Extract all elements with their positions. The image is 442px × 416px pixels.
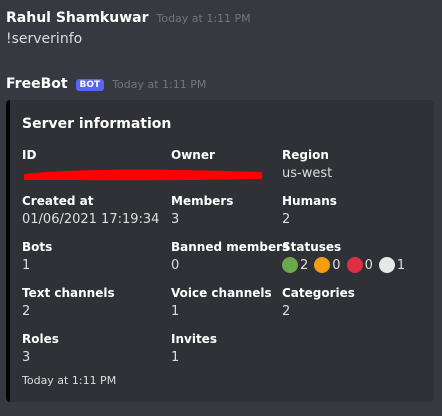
field-value: 3	[22, 350, 31, 365]
field-invites: Invites 1	[171, 332, 217, 365]
embed-footer-timestamp: Today at 1:11 PM	[22, 374, 117, 387]
field-bots: Bots 1	[22, 240, 52, 273]
server-info-embed: Server information ID Owner Region us-we…	[6, 100, 434, 402]
field-value: 2	[282, 304, 291, 319]
field-members: Members 3	[171, 194, 233, 227]
field-roles: Roles 3	[22, 332, 59, 365]
field-name: Members	[171, 194, 234, 208]
field-text-channels: Text channels 2	[22, 286, 115, 319]
embed-title: Server information	[22, 116, 172, 132]
message-timestamp: Today at 1:11 PM	[112, 78, 207, 91]
field-value: 1	[171, 350, 180, 365]
field-value: 2	[282, 212, 291, 227]
status-list: 2 0 0 1	[282, 257, 409, 273]
field-name: Invites	[171, 332, 217, 346]
user-message: Rahul Shamkuwar Today at 1:11 PM !server…	[6, 10, 251, 47]
dnd-status-icon	[346, 257, 363, 273]
bot-message: FreeBot BOT Today at 1:11 PM	[6, 76, 206, 92]
field-name: Voice channels	[171, 286, 272, 300]
field-value: 0	[171, 258, 180, 273]
offline-status-icon	[378, 257, 395, 273]
field-name: Categories	[282, 286, 355, 300]
field-name: Owner	[171, 148, 215, 162]
field-value: 3	[171, 212, 180, 227]
message-header: FreeBot BOT Today at 1:11 PM	[6, 76, 206, 92]
field-statuses: Statuses 2 0 0 1	[282, 240, 409, 273]
field-categories: Categories 2	[282, 286, 355, 319]
field-created-at: Created at 01/06/2021 17:19:34	[22, 194, 159, 227]
redaction-scribble	[24, 169, 262, 181]
status-count: 0	[332, 257, 341, 273]
field-value: 1	[22, 258, 31, 273]
status-count: 1	[396, 257, 406, 273]
field-value: 1	[171, 304, 180, 319]
field-name: Bots	[22, 240, 53, 254]
status-count: 2	[300, 257, 309, 273]
field-name: Region	[282, 148, 329, 162]
field-banned-members: Banned members 0	[171, 240, 289, 273]
field-voice-channels: Voice channels 1	[171, 286, 272, 319]
idle-status-icon	[314, 257, 331, 273]
field-name: ID	[22, 148, 37, 162]
field-value: us-west	[282, 166, 333, 181]
field-value: 01/06/2021 17:19:34	[22, 212, 160, 227]
field-region: Region us-west	[282, 148, 332, 181]
message-header: Rahul Shamkuwar Today at 1:11 PM	[6, 10, 251, 26]
field-name: Humans	[282, 194, 337, 208]
status-count: 0	[364, 257, 373, 273]
bot-badge: BOT	[75, 79, 105, 91]
author-name[interactable]: Rahul Shamkuwar	[6, 10, 148, 26]
message-timestamp: Today at 1:11 PM	[156, 12, 251, 25]
field-name: Created at	[22, 194, 94, 208]
bot-author-name[interactable]: FreeBot	[6, 76, 68, 92]
message-content: !serverinfo	[6, 31, 83, 47]
online-status-icon	[282, 257, 298, 273]
field-value: 2	[22, 304, 31, 319]
field-name: Banned members	[171, 240, 290, 254]
field-name: Text channels	[22, 286, 115, 300]
field-name: Roles	[22, 332, 59, 346]
field-humans: Humans 2	[282, 194, 337, 227]
field-name: Statuses	[282, 240, 342, 254]
